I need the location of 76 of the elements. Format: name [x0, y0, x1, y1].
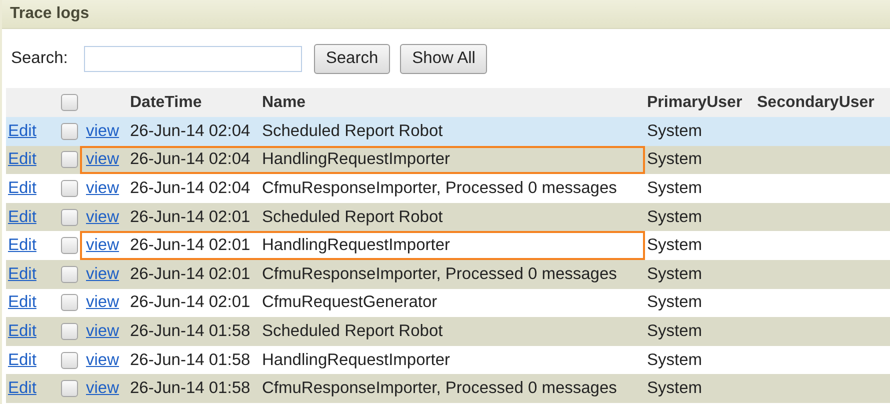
- table-cell-text: Scheduled Report Robot: [262, 208, 444, 227]
- checkbox[interactable]: [60, 208, 78, 226]
- view-link[interactable]: view: [84, 379, 130, 398]
- edit-link[interactable]: Edit: [6, 293, 54, 312]
- table-cell-text: HandlingRequestImporter: [262, 150, 452, 170]
- search-field[interactable]: [84, 46, 302, 72]
- checkbox[interactable]: [60, 151, 78, 168]
- table-cell-text: System: [647, 150, 704, 170]
- show-all-button[interactable]: Show All: [400, 44, 488, 74]
- table-cell-text: CfmuResponseImporter, Processed 0 messages: [262, 379, 618, 398]
- edit-link[interactable]: Edit: [6, 236, 54, 256]
- table-cell-text: 26-Jun-14 01:58: [130, 379, 252, 398]
- checkbox[interactable]: [60, 352, 78, 369]
- table-cell-text: 26-Jun-14 02:01: [130, 264, 252, 284]
- table-cell-text: 26-Jun-14 01:58: [130, 350, 252, 370]
- edit-link[interactable]: Edit: [6, 379, 54, 398]
- table-row[interactable]: Edit view 26-Jun-14 02:01 Scheduled Report Robot System: [6, 202, 890, 232]
- table-cell-text: 26-Jun-14 02:04: [130, 150, 252, 170]
- view-link[interactable]: view: [84, 178, 130, 198]
- table-row[interactable]: Edit view 26-Jun-14 02:04 HandlingRequestImporter System: [6, 146, 890, 174]
- column-header: Name: [262, 94, 307, 112]
- view-link[interactable]: view: [84, 293, 130, 312]
- column-header: PrimaryUser: [647, 94, 744, 112]
- view-link[interactable]: view: [84, 150, 130, 170]
- table-cell-text: HandlingRequestImporter: [262, 236, 452, 256]
- edit-link[interactable]: Edit: [6, 264, 54, 284]
- checkbox[interactable]: [60, 94, 78, 111]
- table-row[interactable]: Edit view 26-Jun-14 02:04 Scheduled Report Robot System: [6, 117, 890, 146]
- table-cell-text: CfmuRequestGenerator: [262, 293, 438, 312]
- checkbox[interactable]: [60, 322, 78, 340]
- table-cell-text: System: [647, 264, 704, 284]
- view-link[interactable]: view: [84, 236, 130, 256]
- checkbox[interactable]: [60, 237, 78, 254]
- table-cell-text: 26-Jun-14 02:04: [130, 122, 252, 141]
- table-row[interactable]: Edit view 26-Jun-14 01:58 Scheduled Report Robot System: [6, 317, 890, 346]
- table-row[interactable]: Edit view 26-Jun-14 02:01 CfmuResponseImporter, Processed 0 messages System: [6, 260, 890, 289]
- column-header: SecondaryUser: [757, 94, 876, 112]
- table-cell-text: System: [647, 350, 704, 370]
- table-cell-text: System: [647, 322, 704, 341]
- search-label: Search:: [11, 49, 68, 68]
- view-link[interactable]: view: [84, 208, 130, 227]
- view-link[interactable]: view: [84, 264, 130, 284]
- edit-link[interactable]: Edit: [6, 178, 54, 198]
- table-cell-text: System: [647, 122, 704, 141]
- edit-link[interactable]: Edit: [6, 350, 54, 370]
- checkbox[interactable]: [60, 266, 78, 283]
- checkbox[interactable]: [60, 122, 78, 140]
- table-cell-text: 26-Jun-14 02:04: [130, 178, 252, 198]
- edit-link[interactable]: Edit: [6, 322, 54, 341]
- checkbox[interactable]: [60, 180, 78, 197]
- table-row[interactable]: Edit view 26-Jun-14 01:58 CfmuResponseImporter, Processed 0 messages System: [6, 374, 890, 403]
- table-cell-text: Scheduled Report Robot: [262, 122, 444, 141]
- edit-link[interactable]: Edit: [6, 208, 54, 227]
- table-cell-text: CfmuResponseImporter, Processed 0 messages: [262, 264, 618, 284]
- column-header: DateTime: [130, 94, 203, 112]
- table-cell-text: 26-Jun-14 02:01: [130, 293, 252, 312]
- checkbox[interactable]: [60, 294, 78, 312]
- table-cell-text: System: [647, 178, 704, 198]
- table-cell-text: System: [647, 379, 704, 398]
- view-link[interactable]: view: [84, 322, 130, 341]
- view-link[interactable]: view: [84, 350, 130, 370]
- table-cell-text: Scheduled Report Robot: [262, 322, 444, 341]
- edit-link[interactable]: Edit: [6, 122, 54, 141]
- table-cell-text: 26-Jun-14 02:01: [130, 208, 252, 227]
- table-cell-text: CfmuResponseImporter, Processed 0 messages: [262, 178, 618, 198]
- checkbox[interactable]: [60, 380, 78, 398]
- table-cell-text: System: [647, 236, 704, 256]
- panel-title: Trace logs: [2, 0, 890, 29]
- search-button[interactable]: Search: [314, 44, 390, 74]
- view-link[interactable]: view: [84, 122, 130, 141]
- table-cell-text: 26-Jun-14 01:58: [130, 322, 252, 341]
- edit-link[interactable]: Edit: [6, 150, 54, 170]
- table-cell-text: 26-Jun-14 02:01: [130, 236, 252, 256]
- table-cell-text: HandlingRequestImporter: [262, 350, 452, 370]
- table-cell-text: System: [647, 208, 704, 227]
- table-cell-text: System: [647, 293, 704, 312]
